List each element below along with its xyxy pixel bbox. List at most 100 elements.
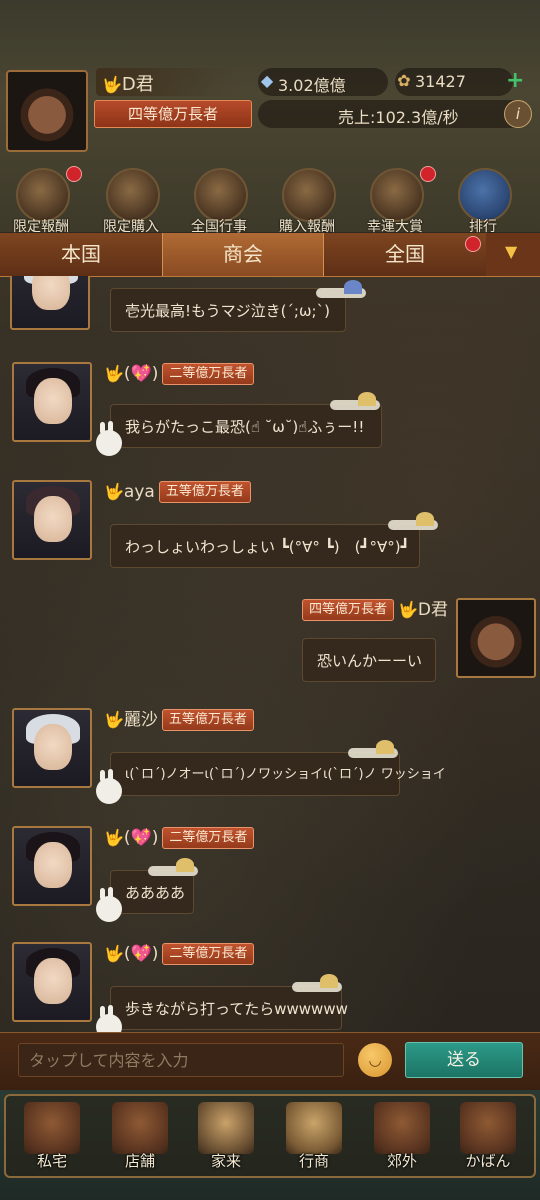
bubble-decoration <box>348 740 404 764</box>
rock-hand-icon: 🤟 <box>104 944 124 963</box>
sender-avatar[interactable] <box>12 362 92 442</box>
bag-icon <box>460 1102 516 1154</box>
notification-dot <box>465 236 481 252</box>
sender-avatar[interactable] <box>12 708 92 788</box>
rock-hand-icon: 🤟 <box>104 710 124 729</box>
food-amount: 31427 <box>415 72 466 91</box>
sender-rank-badge: 五等億万長者 <box>158 481 251 503</box>
feature-lucky-prize[interactable]: 幸運大賞 <box>358 166 436 236</box>
house-icon <box>24 1102 80 1154</box>
feature-purchase-reward[interactable]: 購入報酬 <box>270 166 344 236</box>
player-avatar[interactable] <box>6 70 88 152</box>
smiley-face-icon[interactable]: ◡ <box>358 1043 392 1077</box>
nav-label: かばん <box>465 1152 511 1170</box>
tab-nationwide[interactable]: 全国 <box>324 233 486 276</box>
crossed-swords-icon <box>194 168 248 222</box>
nav-shop[interactable]: 店舗 <box>100 1100 180 1184</box>
rock-hand-icon: 🤟 <box>104 482 124 501</box>
sender-name: (💖) <box>123 364 159 384</box>
avatar-face <box>34 724 72 770</box>
chat-input-bar: ◡ 送る <box>0 1032 540 1091</box>
silver-ingot-icon: ◆ <box>260 71 274 90</box>
rabbit-decoration <box>96 769 122 804</box>
send-button[interactable]: 送る <box>405 1042 523 1078</box>
message-bubble: わっしょいわっしょい ┗(°∀° ┗) (┛°∀°)┛ <box>110 524 420 568</box>
feature-limited-purchase[interactable]: 限定購入 <box>94 166 168 236</box>
lucky-board-icon <box>370 168 424 222</box>
sender-info: 🤟aya 五等億万長者 <box>104 480 251 504</box>
sales-rate: 売上:102.3億/秒 <box>338 108 459 127</box>
sender-name: aya <box>123 482 155 502</box>
nav-label: 郊外 <box>386 1152 417 1170</box>
rabbit-decoration <box>96 887 122 922</box>
tab-home-country[interactable]: 本国 <box>0 233 162 276</box>
nav-retainers[interactable]: 家来 <box>186 1100 266 1184</box>
notification-dot <box>420 166 436 182</box>
sender-name: 麗沙 <box>123 710 158 730</box>
notification-dot <box>66 166 82 182</box>
player-rank-badge: 四等億万長者 <box>94 100 252 128</box>
rabbit-decoration <box>96 421 122 456</box>
avatar-face <box>34 496 72 542</box>
feature-national-event[interactable]: 全国行事 <box>182 166 256 236</box>
avatar-face <box>32 276 70 310</box>
player-card: 🤟D君 四等億万長者 ◆ 3.02億億 ✿ 31427 + 売上:102.3億/… <box>0 54 540 160</box>
nav-label: 私宅 <box>36 1152 67 1170</box>
bottom-navigation: 私宅 店舗 家来 行商 郊外 かばん <box>0 1090 540 1200</box>
rock-hand-icon: 🤟 <box>104 364 124 383</box>
info-icon[interactable]: i <box>504 100 532 128</box>
sender-rank-badge: 五等億万長者 <box>161 709 254 731</box>
message-bubble: 壱光最高!もうマジ泣き(´;ω;`) <box>110 288 346 332</box>
nav-residence[interactable]: 私宅 <box>12 1100 92 1184</box>
nav-bag[interactable]: かばん <box>448 1100 528 1184</box>
nav-label: 行商 <box>298 1152 329 1170</box>
sender-avatar[interactable] <box>456 598 536 678</box>
nav-label: 店舗 <box>124 1152 155 1170</box>
rock-hand-icon: 🤟 <box>397 600 418 619</box>
tab-guild[interactable]: 商会 <box>162 233 324 276</box>
bubble-decoration <box>388 512 444 536</box>
player-name: 🤟D君 <box>102 70 154 96</box>
sender-name: D君 <box>417 600 448 620</box>
sender-rank-badge: 二等億万長者 <box>162 943 255 965</box>
sender-avatar[interactable] <box>12 480 92 560</box>
sender-avatar[interactable] <box>12 826 92 906</box>
rock-hand-icon: 🤟 <box>102 75 122 94</box>
sender-rank-badge: 二等億万長者 <box>162 827 255 849</box>
rock-hand-icon: 🤟 <box>104 828 124 847</box>
feature-ranking[interactable]: 排行 <box>446 166 520 236</box>
chat-input[interactable] <box>18 1043 344 1077</box>
bubble-decoration <box>292 974 348 998</box>
silver-amount: 3.02億億 <box>278 76 346 95</box>
avatar-face <box>34 378 72 424</box>
sender-info: 🤟(💖) 二等億万長者 <box>104 362 255 386</box>
sender-rank-badge: 四等億万長者 <box>301 599 394 621</box>
sender-info: 🤟麗沙 五等億万長者 <box>104 708 254 732</box>
nav-trading[interactable]: 行商 <box>274 1100 354 1184</box>
grain-icon: ✿ <box>397 71 411 90</box>
sender-name: (💖) <box>123 944 159 964</box>
sender-avatar[interactable] <box>10 276 90 330</box>
nav-label: 家来 <box>210 1152 241 1170</box>
bubble-decoration <box>148 858 204 882</box>
sender-avatar[interactable] <box>12 942 92 1022</box>
feature-limited-reward[interactable]: 限定報酬 <box>4 166 82 236</box>
sender-info: 🤟(💖) 二等億万長者 <box>104 826 255 850</box>
treasure-pot-icon <box>16 168 70 222</box>
nav-suburbs[interactable]: 郊外 <box>362 1100 442 1184</box>
sender-info: 四等億万長者 🤟D君 <box>301 598 448 622</box>
retainer-icon <box>198 1102 254 1154</box>
add-resource-button[interactable]: + <box>506 70 524 92</box>
avatar-face <box>34 958 72 1004</box>
gift-bag-icon <box>282 168 336 222</box>
message-bubble: 恐いんかーーい <box>302 638 436 682</box>
sales-box: 売上:102.3億/秒 <box>258 100 528 128</box>
ranking-book-icon <box>458 168 512 222</box>
silver-counter: ◆ 3.02億億 <box>258 68 388 96</box>
shop-icon <box>112 1102 168 1154</box>
carriage-icon <box>374 1102 430 1154</box>
tab-dropdown-button[interactable]: ▼ <box>486 233 540 276</box>
treasure-chest-icon <box>106 168 160 222</box>
chat-message-list[interactable]: 壱光最高!もうマジ泣き(´;ω;`) 🤟(💖) 二等億万長者 我らがたっこ最恐(☝… <box>0 276 540 1032</box>
bubble-decoration <box>330 392 386 416</box>
